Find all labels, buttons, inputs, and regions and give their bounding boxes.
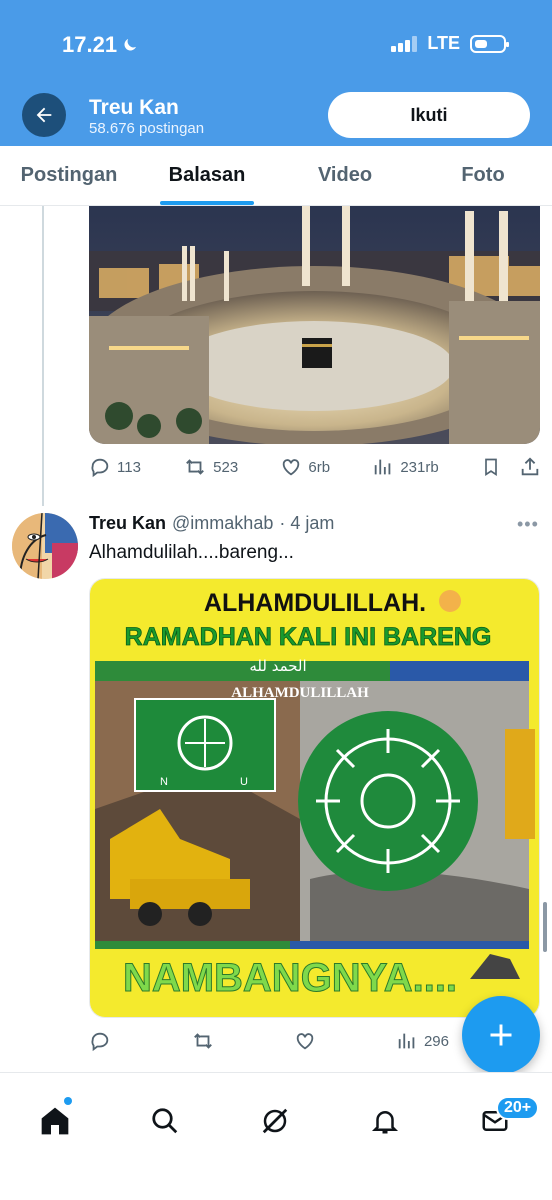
bookmark-icon[interactable] bbox=[481, 456, 501, 478]
bottom-nav bbox=[0, 1072, 552, 1200]
views-count: 231rb bbox=[400, 458, 439, 476]
views-icon bbox=[375, 459, 391, 475]
status-indicators: LTE bbox=[391, 33, 509, 54]
reply-button[interactable] bbox=[89, 1030, 117, 1052]
svg-text:U: U bbox=[240, 776, 248, 788]
repost-icon bbox=[193, 1033, 212, 1049]
repost-button[interactable]: 523 bbox=[183, 456, 238, 478]
bell-icon bbox=[371, 1111, 399, 1134]
messages-badge: 20+ bbox=[496, 1096, 540, 1120]
share-icon[interactable] bbox=[519, 456, 541, 478]
nav-home[interactable] bbox=[35, 1101, 75, 1141]
views-count: 296 bbox=[423, 1032, 449, 1050]
arrow-left-icon bbox=[36, 107, 52, 123]
follow-button[interactable]: Ikuti bbox=[328, 92, 530, 138]
reply-count: 113 bbox=[117, 458, 141, 476]
nav-grok[interactable] bbox=[255, 1101, 295, 1141]
tab-balasan[interactable]: Balasan bbox=[138, 146, 276, 205]
battery-icon bbox=[470, 34, 509, 53]
meme-banner: ALHAMDULILLAH bbox=[231, 685, 369, 701]
like-count: 6rb bbox=[308, 458, 331, 476]
tweet-image-mecca[interactable] bbox=[89, 206, 540, 444]
tweet-text: Alhamdulilah....bareng... bbox=[89, 542, 294, 563]
tweet2-actions: 296 bbox=[89, 1026, 449, 1056]
tweet1-extra-actions bbox=[481, 456, 541, 478]
avatar[interactable] bbox=[12, 513, 78, 579]
more-options-icon[interactable]: ••• bbox=[517, 514, 539, 535]
author-name[interactable]: Treu Kan bbox=[89, 513, 166, 534]
views-button[interactable]: 296 bbox=[396, 1030, 449, 1052]
tweet1-actions: 113 523 6rb 231rb bbox=[89, 452, 541, 482]
tab-foto[interactable]: Foto bbox=[414, 146, 552, 205]
svg-text:N: N bbox=[160, 776, 168, 788]
thread-line bbox=[42, 206, 44, 506]
moon-icon bbox=[124, 39, 137, 51]
nav-search[interactable] bbox=[145, 1101, 185, 1141]
tweet-image-meme[interactable]: ALHAMDULILLAH. RAMADHAN KALI INI BARENG … bbox=[89, 578, 540, 1018]
nav-notifications[interactable] bbox=[365, 1101, 405, 1141]
status-time: 17.21 bbox=[62, 32, 139, 58]
mecca-photo bbox=[89, 206, 540, 444]
heart-icon bbox=[283, 459, 300, 476]
tab-postingan[interactable]: Postingan bbox=[0, 146, 138, 205]
clock-text: 17.21 bbox=[62, 32, 118, 57]
signal-icon bbox=[391, 35, 418, 52]
meme-arabic: الحمد لله bbox=[249, 657, 306, 675]
back-button[interactable] bbox=[22, 93, 66, 137]
meme-image: ALHAMDULILLAH. RAMADHAN KALI INI BARENG … bbox=[90, 579, 539, 1017]
meme-bottom-text: NAMBANGNYA.... bbox=[123, 956, 457, 1000]
plus-icon bbox=[490, 1024, 512, 1046]
tweet-header: Treu Kan @immakhab · 4 jam bbox=[89, 513, 334, 534]
post-count: 58.676 postingan bbox=[89, 120, 205, 137]
grok-icon bbox=[262, 1108, 288, 1134]
profile-name: Treu Kan bbox=[89, 96, 179, 119]
network-label: LTE bbox=[427, 33, 460, 53]
repost-count: 523 bbox=[213, 458, 239, 476]
profile-header: 17.21 LTE Treu Kan 58.676 postingan Ikut… bbox=[0, 0, 552, 146]
scrollbar[interactable] bbox=[543, 902, 547, 952]
repost-button[interactable] bbox=[191, 1030, 221, 1052]
like-button[interactable]: 6rb bbox=[280, 456, 330, 478]
like-button[interactable] bbox=[294, 1030, 322, 1052]
home-notification-dot bbox=[64, 1097, 72, 1105]
heart-icon bbox=[297, 1033, 314, 1050]
home-icon bbox=[41, 1107, 69, 1135]
tab-video[interactable]: Video bbox=[276, 146, 414, 205]
compose-button[interactable] bbox=[462, 996, 540, 1074]
reply-icon bbox=[91, 458, 109, 478]
avatar-art bbox=[12, 513, 78, 579]
views-icon bbox=[398, 1033, 415, 1049]
meme-line2: RAMADHAN KALI INI BARENG bbox=[125, 623, 492, 651]
repost-icon bbox=[186, 459, 205, 475]
reply-button[interactable]: 113 bbox=[89, 456, 141, 478]
author-handle[interactable]: @immakhab bbox=[172, 513, 273, 534]
profile-tabs: Postingan Balasan Video Foto bbox=[0, 146, 552, 206]
views-button[interactable]: 231rb bbox=[372, 456, 439, 478]
reply-icon bbox=[91, 1032, 109, 1052]
tweet-time[interactable]: · 4 jam bbox=[279, 513, 334, 534]
search-icon bbox=[152, 1108, 178, 1134]
meme-line1: ALHAMDULILLAH. bbox=[204, 589, 426, 617]
